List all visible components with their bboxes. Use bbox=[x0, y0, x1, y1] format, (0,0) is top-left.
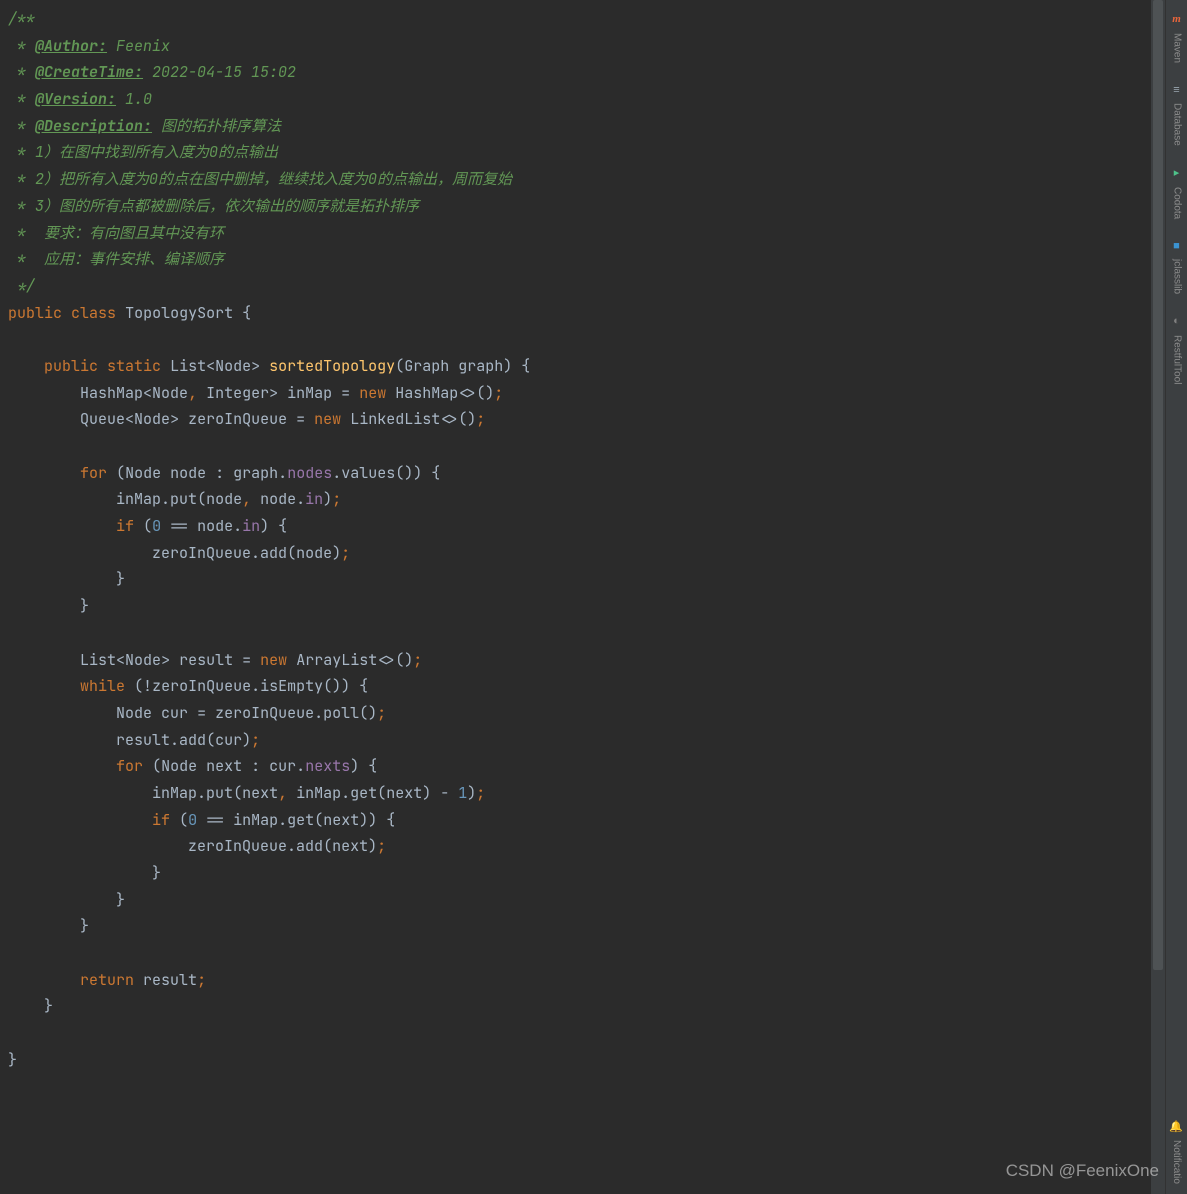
doc-line-5: * 应用：事件安排、编译顺序 bbox=[8, 249, 224, 269]
kw-public: public bbox=[8, 303, 62, 323]
tool-restful[interactable]: ◐ RestfulTool bbox=[1168, 312, 1186, 384]
tool-notifications[interactable]: 🔔 Notificatio bbox=[1167, 1118, 1185, 1184]
jclasslib-icon: ■ bbox=[1173, 237, 1180, 257]
doc-open: /** bbox=[8, 9, 35, 29]
doc-version-tag: @Version: bbox=[35, 89, 116, 109]
tool-jclasslib[interactable]: ■ jclasslib bbox=[1168, 237, 1186, 295]
right-tool-sidebar: m Maven ≡ Database ▸ Codota ■ jclasslib … bbox=[1165, 0, 1187, 1194]
doc-create-tag: @CreateTime: bbox=[35, 62, 143, 82]
maven-icon: m bbox=[1172, 10, 1181, 30]
method-name: sortedTopology bbox=[269, 356, 395, 376]
codota-icon: ▸ bbox=[1174, 164, 1180, 184]
tool-database[interactable]: ≡ Database bbox=[1168, 81, 1186, 146]
doc-line-1: * 1）在图中找到所有入度为0的点输出 bbox=[8, 142, 278, 162]
tool-codota[interactable]: ▸ Codota bbox=[1168, 164, 1186, 219]
database-icon: ≡ bbox=[1173, 81, 1179, 101]
doc-line-2: * 2）把所有入度为0的点在图中删掉，继续找入度为0的点输出，周而复始 bbox=[8, 169, 512, 189]
code-editor[interactable]: /** * @Author: Feenix * @CreateTime: 202… bbox=[0, 0, 1151, 1194]
kw-class: class bbox=[71, 303, 116, 323]
bell-icon: 🔔 bbox=[1169, 1118, 1183, 1138]
class-name: TopologySort bbox=[125, 303, 233, 323]
scrollbar-thumb[interactable] bbox=[1153, 0, 1163, 970]
vertical-scrollbar[interactable] bbox=[1151, 0, 1165, 1194]
doc-close: */ bbox=[8, 276, 35, 296]
restful-icon: ◐ bbox=[1173, 312, 1180, 332]
doc-desc-tag: @Description: bbox=[35, 116, 152, 136]
tool-maven[interactable]: m Maven bbox=[1168, 10, 1186, 63]
doc-author-tag: @Author: bbox=[35, 36, 107, 56]
doc-line-3: * 3）图的所有点都被删除后，依次输出的顺序就是拓扑排序 bbox=[8, 196, 419, 216]
doc-line-4: * 要求：有向图且其中没有环 bbox=[8, 223, 224, 243]
